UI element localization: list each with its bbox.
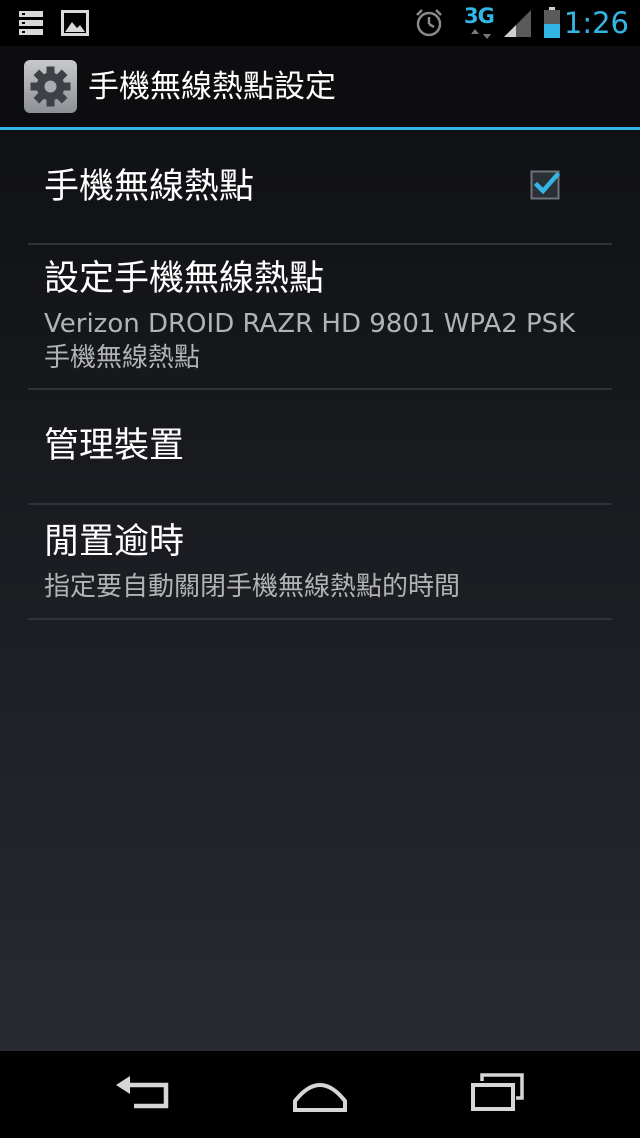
pref-summary-network: Verizon DROID RAZR HD 9801 WPA2 PSK: [44, 309, 576, 339]
page-title: 手機無線熱點設定: [88, 69, 336, 105]
notification-icon: [19, 11, 43, 35]
preference-list: 手機無線熱點 設定手機無線熱點 Verizon DROID RAZR HD 98…: [0, 130, 640, 1051]
pref-title: 閒置逾時: [44, 522, 185, 562]
pref-item-manage-devices[interactable]: 管理裝置: [28, 390, 612, 503]
pref-title: 設定手機無線熱點: [44, 259, 325, 299]
pref-summary-type: 手機無線熱點: [44, 343, 201, 373]
list-divider: [28, 618, 612, 620]
pref-title: 管理裝置: [44, 426, 185, 466]
pref-item-hotspot-toggle[interactable]: 手機無線熱點: [28, 130, 612, 243]
status-bar: 3G 1:26: [0, 0, 640, 46]
hotspot-checkbox[interactable]: [530, 170, 560, 200]
pref-title: 手機無線熱點: [44, 167, 255, 207]
pref-item-configure-hotspot[interactable]: 設定手機無線熱點 Verizon DROID RAZR HD 9801 WPA2…: [28, 245, 612, 388]
settings-gear-icon[interactable]: [24, 60, 77, 113]
navigation-bar: [0, 1051, 640, 1138]
home-icon[interactable]: [285, 1071, 355, 1117]
action-bar: 手機無線熱點設定: [0, 46, 640, 128]
pref-summary: 指定要自動關閉手機無線熱點的時間: [44, 572, 461, 602]
status-clock: 1:26: [563, 6, 629, 40]
alarm-icon: [416, 9, 442, 37]
screen: 3G 1:26 手機無線熱點設定 手機無線熱點 設定手機無線熱點 Verizon…: [0, 0, 640, 1138]
back-icon[interactable]: [108, 1071, 178, 1117]
image-icon: [61, 10, 89, 36]
network-type-label: 3G: [464, 4, 495, 28]
battery-icon: [544, 7, 560, 38]
pref-item-idle-timeout[interactable]: 閒置逾時 指定要自動關閉手機無線熱點的時間: [28, 505, 612, 618]
signal-icon: [504, 10, 531, 37]
3g-data-icon: 3G: [464, 5, 498, 41]
recent-apps-icon[interactable]: [462, 1071, 532, 1117]
